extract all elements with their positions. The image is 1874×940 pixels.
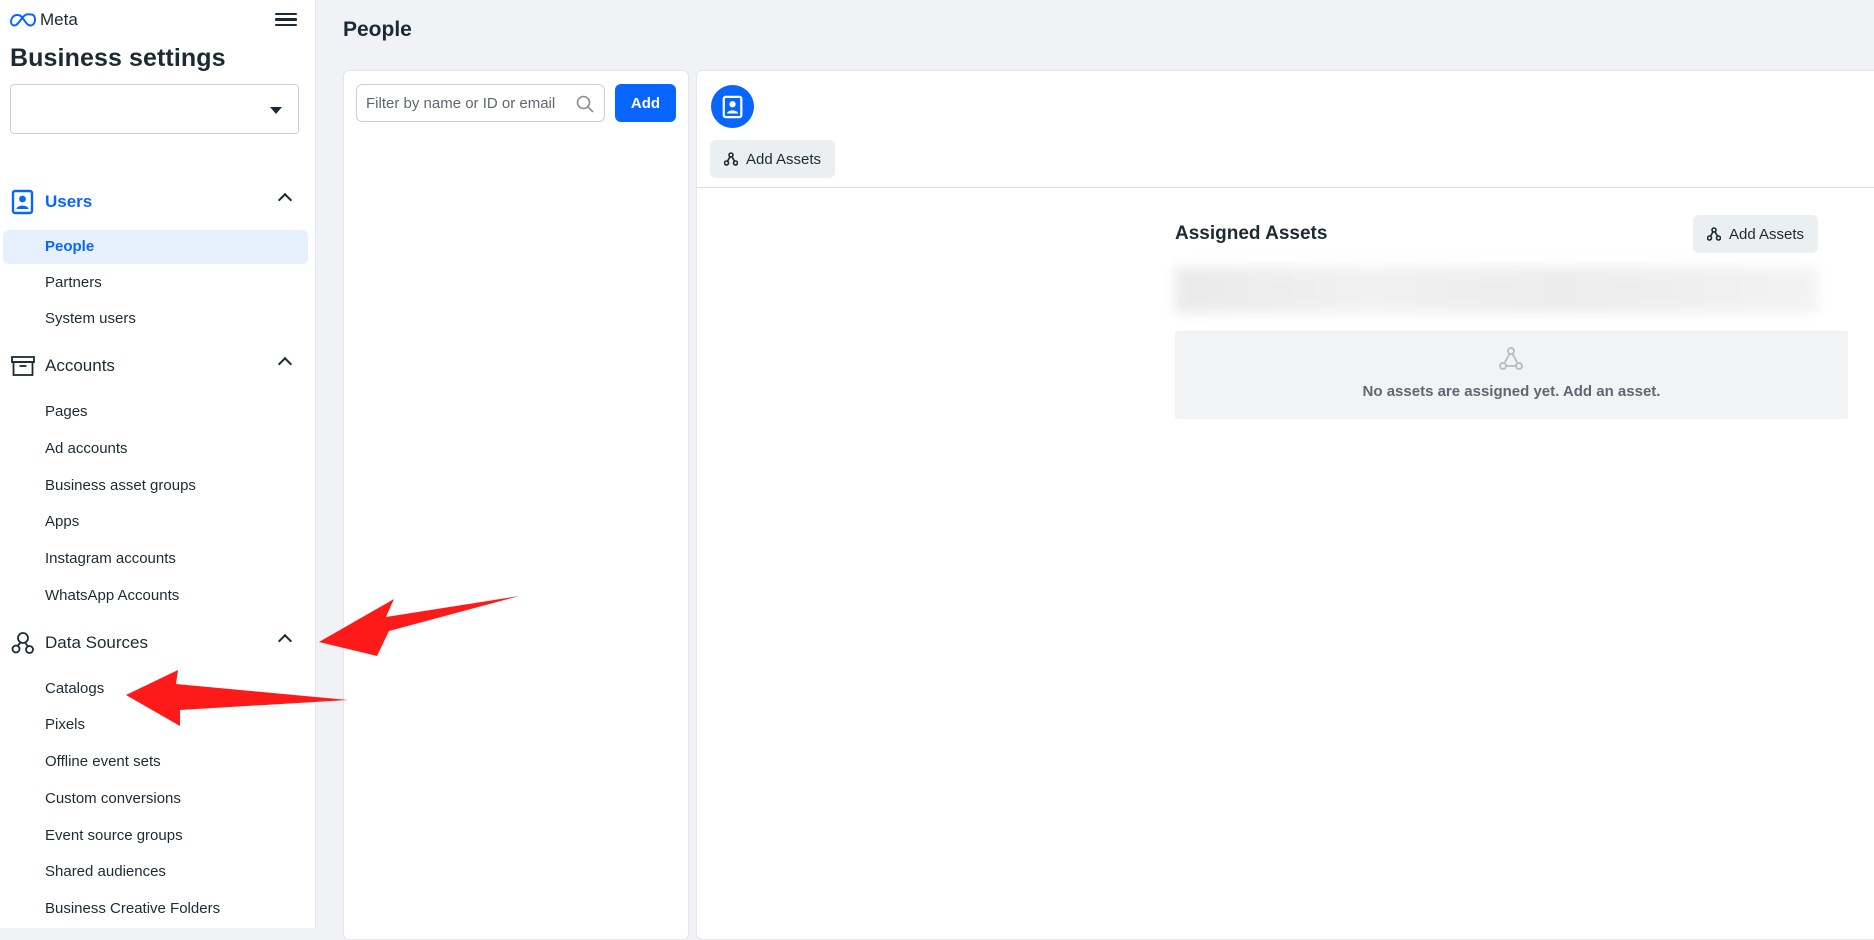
empty-state-text: No assets are assigned yet. Add an asset… xyxy=(1362,383,1661,400)
assigned-add-assets-button[interactable]: Add Assets xyxy=(1693,215,1819,253)
sidebar-item-business-creative-folders[interactable]: Business Creative Folders xyxy=(3,892,308,926)
sidebar-item-shared-audiences[interactable]: Shared audiences xyxy=(3,855,308,889)
add-assets-button[interactable]: Add Assets xyxy=(710,140,836,178)
sidebar-item-pixels[interactable]: Pixels xyxy=(3,708,308,742)
section-users-label: Users xyxy=(45,192,93,211)
user-badge-icon xyxy=(722,95,742,118)
sidebar-item-catalogs[interactable]: Catalogs xyxy=(3,672,308,706)
asset-nodes-icon xyxy=(1707,227,1721,241)
search-icon[interactable] xyxy=(575,94,595,114)
section-users[interactable]: Users xyxy=(10,187,300,217)
sidebar-item-whatsapp-accounts[interactable]: WhatsApp Accounts xyxy=(3,579,308,613)
add-person-button[interactable]: Add xyxy=(615,84,676,122)
sidebar: Meta Business settings Users People Part… xyxy=(0,0,316,928)
sidebar-item-apps[interactable]: Apps xyxy=(3,505,308,539)
sidebar-item-event-source-groups[interactable]: Event source groups xyxy=(3,819,308,853)
people-list-panel: Add xyxy=(343,70,689,940)
avatar xyxy=(711,85,754,128)
assigned-assets-title: Assigned Assets xyxy=(1175,223,1328,244)
meta-logo[interactable]: Meta xyxy=(10,10,78,30)
sidebar-item-partners[interactable]: Partners xyxy=(3,266,308,300)
sidebar-item-ad-accounts[interactable]: Ad accounts xyxy=(3,432,308,466)
sidebar-item-people[interactable]: People xyxy=(3,230,308,264)
sidebar-item-system-users[interactable]: System users xyxy=(3,302,308,336)
chevron-up-icon[interactable] xyxy=(277,192,293,208)
meta-infinity-icon xyxy=(10,13,36,27)
sidebar-item-business-asset-groups[interactable]: Business asset groups xyxy=(3,469,308,503)
page-title: People xyxy=(343,18,412,41)
sidebar-item-instagram-accounts[interactable]: Instagram accounts xyxy=(3,542,308,576)
sidebar-title: Business settings xyxy=(10,44,226,72)
sidebar-item-custom-conversions[interactable]: Custom conversions xyxy=(3,782,308,816)
person-detail-panel: Add Assets Assigned Assets Add Assets No… xyxy=(696,70,1874,940)
detail-divider xyxy=(697,187,1874,188)
section-accounts-label: Accounts xyxy=(45,356,115,375)
asset-nodes-icon xyxy=(724,152,738,166)
data-sources-icon xyxy=(10,630,36,656)
menu-toggle-icon[interactable] xyxy=(275,10,297,32)
search-input[interactable] xyxy=(366,93,566,113)
caret-down-icon xyxy=(270,107,282,114)
assigned-add-assets-label: Add Assets xyxy=(1729,225,1805,243)
redacted-row xyxy=(1175,267,1818,313)
business-select[interactable] xyxy=(10,84,299,134)
empty-state: No assets are assigned yet. Add an asset… xyxy=(1175,331,1848,419)
section-data-sources-label: Data Sources xyxy=(45,633,148,652)
section-accounts[interactable]: Accounts xyxy=(10,351,300,381)
chevron-up-icon[interactable] xyxy=(277,633,293,649)
users-icon xyxy=(10,189,36,215)
search-box xyxy=(356,84,605,122)
meta-logo-text: Meta xyxy=(40,10,78,29)
asset-nodes-icon xyxy=(1499,347,1523,370)
section-data-sources[interactable]: Data Sources xyxy=(10,628,300,658)
sidebar-item-offline-event-sets[interactable]: Offline event sets xyxy=(3,745,308,779)
accounts-icon xyxy=(10,353,36,379)
add-assets-label: Add Assets xyxy=(746,150,822,168)
sidebar-item-pages[interactable]: Pages xyxy=(3,395,308,429)
chevron-up-icon[interactable] xyxy=(277,356,293,372)
